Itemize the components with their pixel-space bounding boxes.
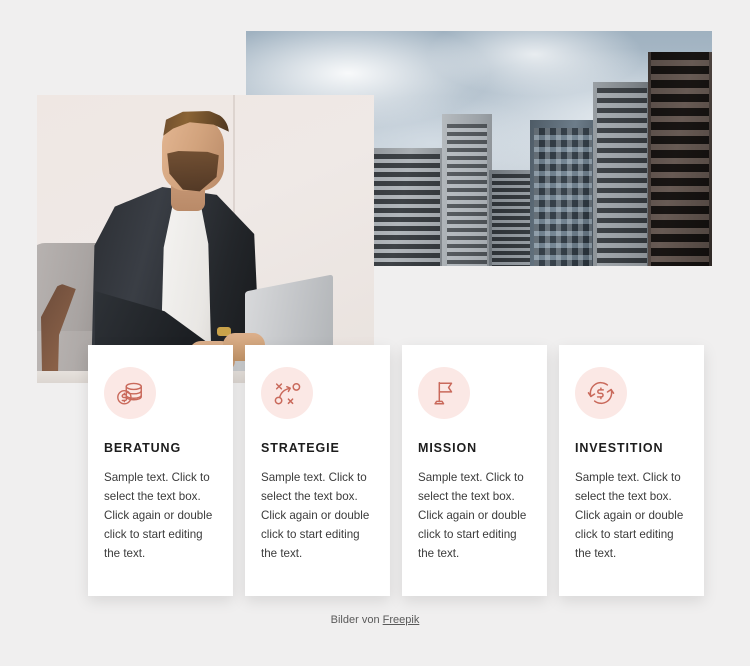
building-shape	[530, 120, 596, 266]
card-text: Sample text. Click to select the text bo…	[418, 471, 527, 560]
card-title: BERATUNG	[104, 441, 182, 455]
building-shape	[648, 52, 712, 266]
feature-card-list: BERATUNG Sample text. Click to select th…	[88, 345, 704, 596]
building-shape	[489, 170, 533, 266]
attribution-prefix: Bilder von	[330, 614, 383, 626]
feature-card-strategie[interactable]: STRATEGIE Sample text. Click to select t…	[245, 345, 390, 596]
building-shape	[442, 114, 492, 266]
feature-card-mission[interactable]: MISSION Sample text. Click to select the…	[402, 345, 547, 596]
page-stage: BERATUNG Sample text. Click to select th…	[0, 0, 750, 666]
feature-card-investition[interactable]: INVESTITION Sample text. Click to select…	[559, 345, 704, 596]
building-shape	[368, 148, 444, 266]
building-shape	[593, 82, 651, 266]
flag-icon	[418, 367, 470, 419]
strategy-playbook-icon	[261, 367, 313, 419]
card-text: Sample text. Click to select the text bo…	[261, 471, 370, 560]
freepik-link[interactable]: Freepik	[383, 614, 420, 626]
person-photo	[37, 95, 374, 383]
card-title: MISSION	[418, 441, 478, 455]
card-text: Sample text. Click to select the text bo…	[104, 471, 213, 560]
card-title: STRATEGIE	[261, 441, 340, 455]
card-title: INVESTITION	[575, 441, 664, 455]
dollar-refresh-icon	[575, 367, 627, 419]
feature-card-beratung[interactable]: BERATUNG Sample text. Click to select th…	[88, 345, 233, 596]
card-text: Sample text. Click to select the text bo…	[575, 471, 684, 560]
image-attribution: Bilder von Freepik	[0, 614, 750, 626]
coins-stack-dollar-icon	[104, 367, 156, 419]
